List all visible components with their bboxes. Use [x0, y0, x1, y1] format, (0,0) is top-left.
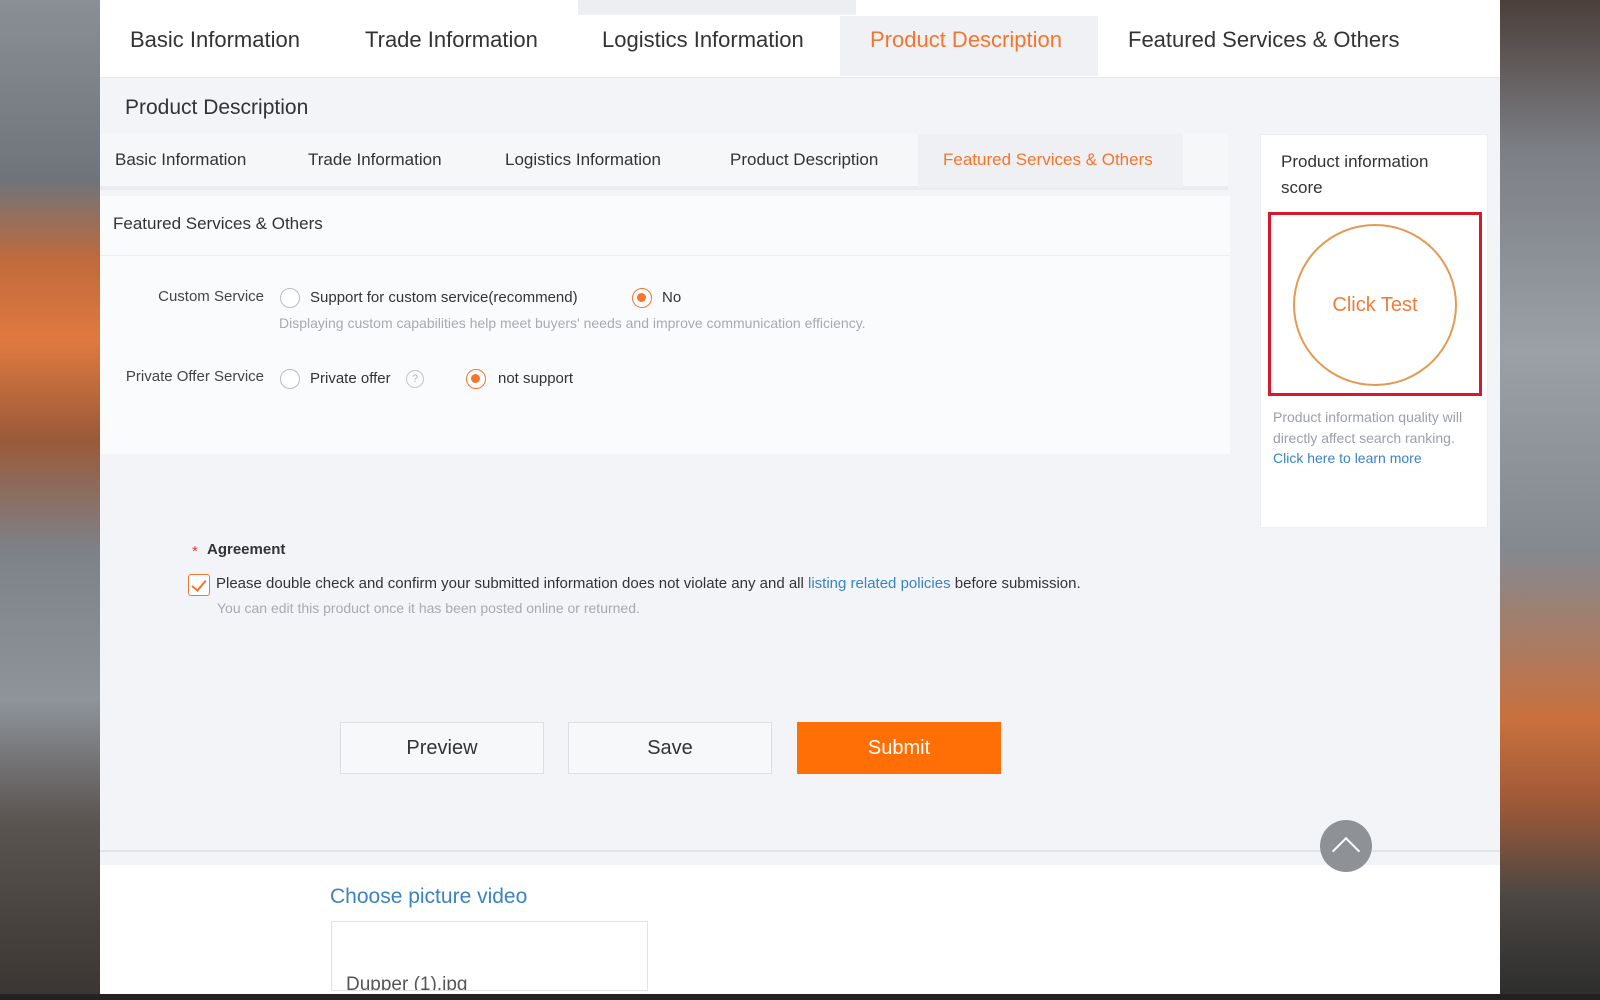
choose-picture-video-link[interactable]: Choose picture video — [330, 885, 527, 909]
not-support-radio[interactable] — [466, 369, 486, 389]
section-title: Product Description — [125, 96, 309, 119]
inner-tab-basic-information[interactable]: Basic Information — [115, 134, 246, 188]
custom-service-label: Custom Service — [158, 288, 264, 305]
panel-heading: Featured Services & Others — [100, 196, 1230, 256]
inner-tab-bar: Basic Information Trade Information Logi… — [100, 134, 1228, 190]
not-support-label[interactable]: not support — [498, 370, 573, 387]
preview-button[interactable]: Preview — [340, 722, 544, 774]
score-card: Product information score Click Test Pro… — [1260, 134, 1488, 528]
picture-video-section: Choose picture video Dupper (1).jpg — [100, 865, 1500, 994]
private-offer-option-label[interactable]: Private offer — [310, 370, 391, 387]
listing-policies-link[interactable]: listing related policies — [808, 575, 951, 592]
file-list: Dupper (1).jpg — [331, 921, 648, 991]
tab-indicator — [578, 0, 856, 15]
tab-basic-information[interactable]: Basic Information — [100, 16, 330, 76]
save-button[interactable]: Save — [568, 722, 772, 774]
custom-service-support-radio[interactable] — [280, 288, 300, 308]
private-offer-radio[interactable] — [280, 369, 300, 389]
tab-logistics-information[interactable]: Logistics Information — [572, 16, 834, 76]
inner-tab-product-description[interactable]: Product Description — [730, 134, 878, 188]
bottom-strip — [0, 994, 1600, 1000]
score-title: Product information score — [1281, 152, 1429, 197]
agreement-text: Please double check and confirm your sub… — [216, 575, 1081, 592]
agreement-checkbox[interactable] — [188, 574, 210, 596]
submit-button[interactable]: Submit — [797, 722, 1001, 774]
score-note: Product information quality will directl… — [1273, 407, 1473, 469]
score-note-text: Product information quality will directl… — [1273, 409, 1463, 446]
agreement-text-before: Please double check and confirm your sub… — [216, 575, 809, 592]
agreement-title: Agreement — [207, 541, 286, 558]
product-edit-page: Basic Information Trade Information Logi… — [100, 0, 1500, 994]
tab-featured-services[interactable]: Featured Services & Others — [1098, 16, 1429, 76]
divider — [100, 850, 1500, 852]
tab-product-description[interactable]: Product Description — [840, 16, 1098, 76]
learn-more-link[interactable]: Click here to learn more — [1273, 450, 1422, 466]
background-left — [0, 0, 100, 1000]
private-offer-label: Private Offer Service — [125, 368, 264, 385]
featured-services-panel: Featured Services & Others Custom Servic… — [100, 196, 1230, 454]
inner-tab-trade-information[interactable]: Trade Information — [308, 134, 442, 188]
file-name[interactable]: Dupper (1).jpg — [346, 974, 467, 990]
score-highlight-box: Click Test — [1268, 212, 1482, 396]
scroll-to-top-button[interactable] — [1320, 820, 1372, 872]
agreement-subtext: You can edit this product once it has be… — [217, 600, 640, 616]
required-mark: * — [192, 543, 198, 560]
background-right — [1500, 0, 1600, 1000]
click-test-button[interactable]: Click Test — [1293, 224, 1457, 386]
inner-tab-featured-services[interactable]: Featured Services & Others — [918, 134, 1183, 188]
help-circle-icon[interactable]: ? — [406, 370, 424, 388]
custom-service-support-label[interactable]: Support for custom service(recommend) — [310, 289, 578, 306]
agreement-text-after: before submission. — [950, 575, 1081, 592]
custom-service-no-radio[interactable] — [632, 288, 652, 308]
custom-service-hint: Displaying custom capabilities help meet… — [279, 315, 866, 331]
custom-service-no-label[interactable]: No — [662, 289, 681, 306]
top-tab-bar: Basic Information Trade Information Logi… — [100, 0, 1500, 78]
tab-trade-information[interactable]: Trade Information — [335, 16, 568, 76]
inner-tab-logistics-information[interactable]: Logistics Information — [505, 134, 661, 188]
